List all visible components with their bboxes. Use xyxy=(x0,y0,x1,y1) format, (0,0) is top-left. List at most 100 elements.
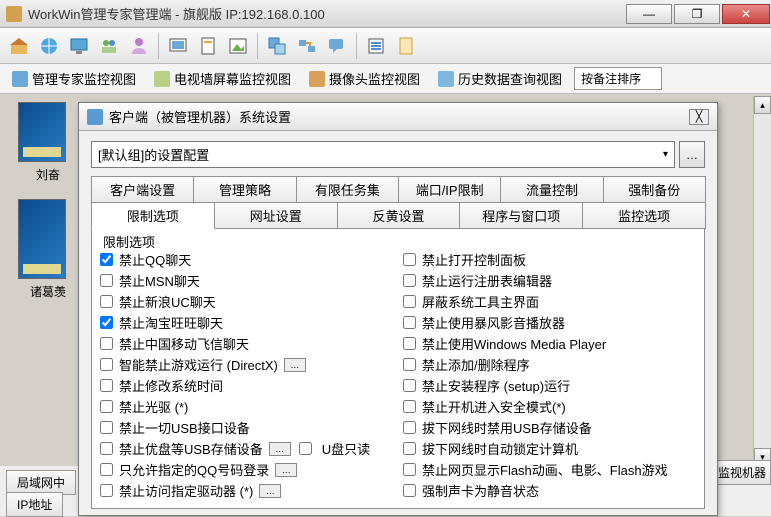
restriction-checkbox[interactable] xyxy=(403,442,416,455)
restriction-checkbox[interactable] xyxy=(100,442,113,455)
restriction-checkbox[interactable] xyxy=(403,358,416,371)
restriction-checkbox-row[interactable]: 禁止中国移动飞信聊天 xyxy=(100,333,393,354)
bottom-tab-ip[interactable]: IP地址 xyxy=(6,492,63,517)
toolbar-doc-icon[interactable] xyxy=(393,33,419,59)
restriction-checkbox-row[interactable]: 禁止运行注册表编辑器 xyxy=(403,270,696,291)
restriction-checkbox-row[interactable]: 禁止QQ聊天 xyxy=(100,249,393,270)
restriction-checkbox-row[interactable]: 禁止一切USB接口设备 xyxy=(100,417,393,438)
view-camera[interactable]: 摄像头监控视图 xyxy=(303,67,426,90)
restriction-checkbox[interactable] xyxy=(100,295,113,308)
toolbar-page-icon[interactable] xyxy=(195,33,221,59)
view-tvwall[interactable]: 电视墙屏幕监控视图 xyxy=(148,67,297,90)
client-thumbnail[interactable] xyxy=(18,199,66,279)
scroll-track[interactable] xyxy=(754,114,771,448)
settings-tab[interactable]: 反黄设置 xyxy=(337,202,461,229)
restriction-checkbox-row[interactable]: 只允许指定的QQ号码登录… xyxy=(100,459,393,480)
restriction-checkbox-row[interactable]: 禁止光驱 (*) xyxy=(100,396,393,417)
dialog-close-button[interactable]: ╳ xyxy=(689,109,709,125)
vertical-scrollbar[interactable]: ▴ ▾ xyxy=(753,96,771,466)
settings-tab[interactable]: 有限任务集 xyxy=(296,176,399,202)
side-monitor-button[interactable]: 监视机器 xyxy=(713,460,771,485)
restriction-checkbox[interactable] xyxy=(100,400,113,413)
toolbar-users-icon[interactable] xyxy=(96,33,122,59)
restriction-checkbox[interactable] xyxy=(403,379,416,392)
restriction-checkbox-row[interactable]: 禁止使用Windows Media Player xyxy=(403,333,696,354)
main-toolbar xyxy=(0,28,771,64)
view-expert-monitor[interactable]: 管理专家监控视图 xyxy=(6,67,142,90)
restriction-checkbox-row[interactable]: 禁止淘宝旺旺聊天 xyxy=(100,312,393,333)
restriction-checkbox[interactable] xyxy=(100,316,113,329)
restriction-checkbox-row[interactable]: 屏蔽系统工具主界面 xyxy=(403,291,696,312)
restriction-checkbox[interactable] xyxy=(100,358,113,371)
restriction-checkbox-row[interactable]: 拔下网线时禁用USB存储设备 xyxy=(403,417,696,438)
toolbar-windows-icon[interactable] xyxy=(264,33,290,59)
toolbar-list-icon[interactable] xyxy=(363,33,389,59)
restriction-checkbox[interactable] xyxy=(403,400,416,413)
restriction-label: 禁止MSN聊天 xyxy=(119,271,200,290)
view-history[interactable]: 历史数据查询视图 xyxy=(432,67,568,90)
restriction-checkbox[interactable] xyxy=(403,421,416,434)
detail-button[interactable]: … xyxy=(284,358,306,372)
restriction-checkbox[interactable] xyxy=(403,253,416,266)
restriction-checkbox[interactable] xyxy=(403,316,416,329)
minimize-button[interactable]: — xyxy=(626,4,672,24)
restriction-checkbox[interactable] xyxy=(403,274,416,287)
restriction-checkbox[interactable] xyxy=(100,274,113,287)
restriction-checkbox-row[interactable]: 强制声卡为静音状态 xyxy=(403,480,696,501)
toolbar-screen-icon[interactable] xyxy=(165,33,191,59)
restriction-checkbox[interactable] xyxy=(100,463,113,476)
settings-tab[interactable]: 监控选项 xyxy=(582,202,706,229)
toolbar-user-icon[interactable] xyxy=(126,33,152,59)
restriction-checkbox[interactable] xyxy=(100,484,113,497)
restriction-checkbox[interactable] xyxy=(100,337,113,350)
scroll-up-button[interactable]: ▴ xyxy=(754,96,771,114)
restriction-checkbox-row[interactable]: 禁止新浪UC聊天 xyxy=(100,291,393,312)
restriction-checkbox-row[interactable]: 智能禁止游戏运行 (DirectX)… xyxy=(100,354,393,375)
restriction-checkbox-row[interactable]: 禁止访问指定驱动器 (*) … xyxy=(100,480,393,501)
settings-tab[interactable]: 端口/IP限制 xyxy=(398,176,501,202)
restriction-checkbox[interactable] xyxy=(403,484,416,497)
toolbar-transfer-icon[interactable] xyxy=(294,33,320,59)
restriction-checkbox[interactable] xyxy=(100,253,113,266)
settings-tab[interactable]: 网址设置 xyxy=(214,202,338,229)
restriction-checkbox[interactable] xyxy=(100,379,113,392)
restriction-checkbox-row[interactable]: 禁止安装程序 (setup)运行 xyxy=(403,375,696,396)
restriction-checkbox-row[interactable]: 禁止优盘等USB存储设备…U盘只读 xyxy=(100,438,393,459)
restriction-checkbox-row[interactable]: 禁止使用暴风影音播放器 xyxy=(403,312,696,333)
config-browse-button[interactable]: … xyxy=(679,141,705,168)
restriction-checkbox-row[interactable]: 禁止MSN聊天 xyxy=(100,270,393,291)
restriction-checkbox-row[interactable]: 禁止添加/删除程序 xyxy=(403,354,696,375)
sort-dropdown[interactable]: 按备注排序 xyxy=(574,67,662,90)
restriction-checkbox[interactable] xyxy=(403,337,416,350)
restriction-label: 禁止添加/删除程序 xyxy=(422,355,530,374)
restriction-checkbox[interactable] xyxy=(403,295,416,308)
view-label: 电视墙屏幕监控视图 xyxy=(174,69,291,88)
client-thumbnail[interactable] xyxy=(18,102,66,162)
settings-tab[interactable]: 强制备份 xyxy=(603,176,706,202)
maximize-button[interactable]: ❐ xyxy=(674,4,720,24)
restriction-checkbox-row[interactable]: 禁止修改系统时间 xyxy=(100,375,393,396)
close-button[interactable]: ✕ xyxy=(722,4,770,24)
restriction-checkbox[interactable] xyxy=(100,421,113,434)
settings-tab[interactable]: 限制选项 xyxy=(91,202,215,229)
detail-button[interactable]: … xyxy=(275,463,297,477)
restriction-checkbox-row[interactable]: 禁止网页显示Flash动画、电影、Flash游戏 xyxy=(403,459,696,480)
settings-tab[interactable]: 流量控制 xyxy=(500,176,603,202)
restriction-label: 禁止访问指定驱动器 (*) xyxy=(119,481,253,500)
toolbar-chat-icon[interactable] xyxy=(324,33,350,59)
config-group-dropdown[interactable]: [默认组]的设置配置 ▾ xyxy=(91,141,675,168)
restriction-checkbox-row[interactable]: 禁止打开控制面板 xyxy=(403,249,696,270)
toolbar-home-icon[interactable] xyxy=(6,33,32,59)
toolbar-monitor-icon[interactable] xyxy=(66,33,92,59)
settings-tab[interactable]: 管理策略 xyxy=(193,176,296,202)
detail-button[interactable]: … xyxy=(259,484,281,498)
detail-button[interactable]: … xyxy=(269,442,291,456)
restriction-checkbox[interactable] xyxy=(403,463,416,476)
settings-tab[interactable]: 程序与窗口项 xyxy=(459,202,583,229)
usb-readonly-checkbox[interactable] xyxy=(299,442,312,455)
restriction-checkbox-row[interactable]: 禁止开机进入安全模式(*) xyxy=(403,396,696,417)
restriction-checkbox-row[interactable]: 拔下网线时自动锁定计算机 xyxy=(403,438,696,459)
toolbar-globe-icon[interactable] xyxy=(36,33,62,59)
toolbar-image-icon[interactable] xyxy=(225,33,251,59)
settings-tab[interactable]: 客户端设置 xyxy=(91,176,194,202)
